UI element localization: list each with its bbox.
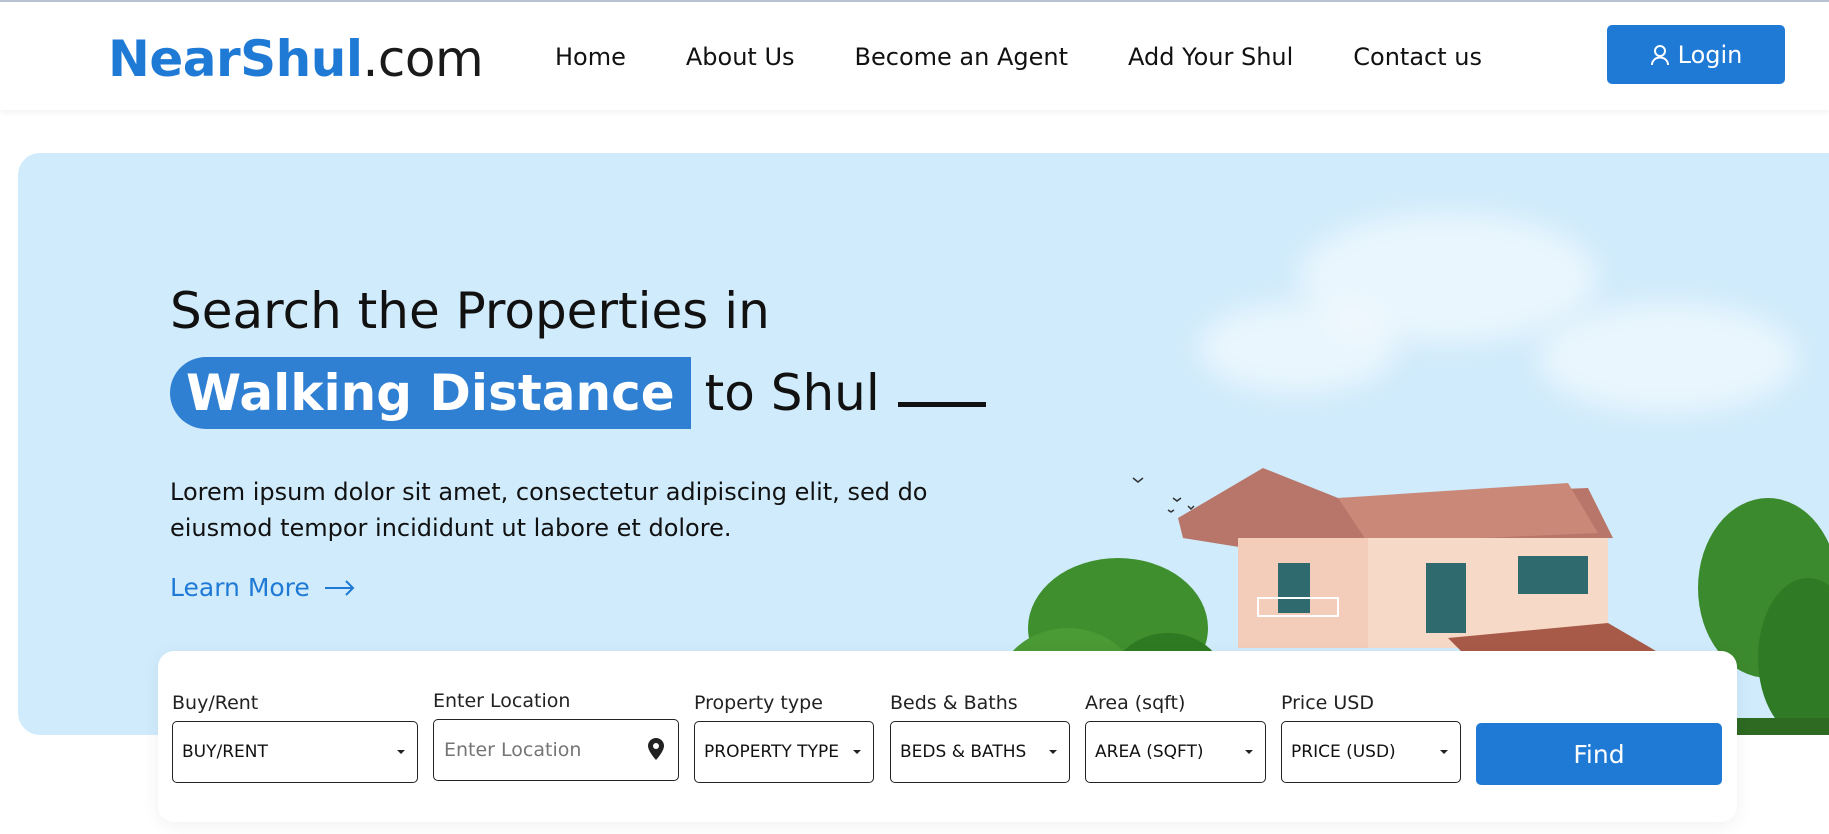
- price-select[interactable]: PRICE (USD): [1281, 721, 1461, 783]
- area-label: Area (sqft): [1085, 692, 1186, 714]
- location-input[interactable]: Enter Location: [433, 719, 679, 781]
- nav-about-us[interactable]: About Us: [686, 42, 795, 72]
- nav-contact-us[interactable]: Contact us: [1353, 42, 1482, 72]
- property-type-select[interactable]: PROPERTY TYPE: [694, 721, 874, 783]
- area-select[interactable]: AREA (SQFT): [1085, 721, 1266, 783]
- hero-description: Lorem ipsum dolor sit amet, consectetur …: [170, 478, 928, 542]
- map-pin-icon[interactable]: [648, 738, 664, 760]
- nav-add-your-shul[interactable]: Add Your Shul: [1128, 42, 1293, 72]
- price-value: PRICE (USD): [1291, 742, 1396, 762]
- nav-home[interactable]: Home: [555, 42, 626, 72]
- user-icon: [1650, 44, 1669, 65]
- property-type-label: Property type: [694, 692, 823, 714]
- learn-more-link[interactable]: Learn More: [170, 573, 356, 602]
- find-button[interactable]: Find: [1476, 723, 1722, 785]
- nav-become-agent[interactable]: Become an Agent: [855, 42, 1068, 72]
- hero-title-highlight: Walking Distance: [170, 357, 691, 429]
- arrow-right-icon: [324, 579, 355, 596]
- beds-baths-label: Beds & Baths: [890, 692, 1018, 714]
- caret-down-icon: [1440, 750, 1448, 754]
- buy-rent-field: Buy/Rent BUY/RENT: [172, 691, 418, 783]
- buy-rent-select[interactable]: BUY/RENT: [172, 721, 418, 783]
- caret-down-icon: [853, 750, 861, 754]
- buy-rent-value: BUY/RENT: [182, 742, 268, 762]
- caret-down-icon: [1245, 750, 1253, 754]
- location-label: Enter Location: [433, 690, 571, 712]
- beds-baths-value: BEDS & BATHS: [900, 742, 1027, 762]
- price-label: Price USD: [1281, 692, 1374, 714]
- login-label: Login: [1677, 40, 1743, 69]
- learn-more-label: Learn More: [170, 573, 310, 602]
- area-field: Area (sqft) AREA (SQFT): [1085, 691, 1266, 783]
- location-placeholder: Enter Location: [444, 739, 582, 761]
- logo-brand: NearShul: [108, 30, 363, 88]
- beds-baths-field: Beds & Baths BEDS & BATHS: [890, 691, 1070, 783]
- caret-down-icon: [397, 750, 405, 754]
- property-type-field: Property type PROPERTY TYPE: [694, 691, 874, 783]
- login-button[interactable]: Login: [1607, 25, 1785, 84]
- title-underline-decoration: [897, 401, 986, 407]
- main-nav: Home About Us Become an Agent Add Your S…: [555, 42, 1542, 72]
- hero-section: Search the Properties in Walking Distanc…: [18, 153, 1829, 735]
- hero-title-rest: to Shul: [704, 364, 880, 422]
- hero-title-line1: Search the Properties in: [170, 282, 770, 340]
- hero-title-line2: Walking Distance to Shul: [170, 357, 986, 429]
- site-logo[interactable]: NearShul.com: [108, 30, 484, 88]
- property-search-bar: Buy/Rent BUY/RENT Enter Location Enter L…: [158, 651, 1737, 822]
- find-label: Find: [1573, 739, 1625, 769]
- area-value: AREA (SQFT): [1095, 742, 1204, 762]
- beds-baths-select[interactable]: BEDS & BATHS: [890, 721, 1070, 783]
- logo-tld: .com: [362, 30, 484, 88]
- caret-down-icon: [1049, 750, 1057, 754]
- property-type-value: PROPERTY TYPE: [704, 742, 839, 762]
- location-field: Enter Location Enter Location: [433, 689, 679, 781]
- buy-rent-label: Buy/Rent: [172, 692, 259, 714]
- site-header: NearShul.com Home About Us Become an Age…: [0, 2, 1829, 110]
- price-field: Price USD PRICE (USD): [1281, 691, 1461, 783]
